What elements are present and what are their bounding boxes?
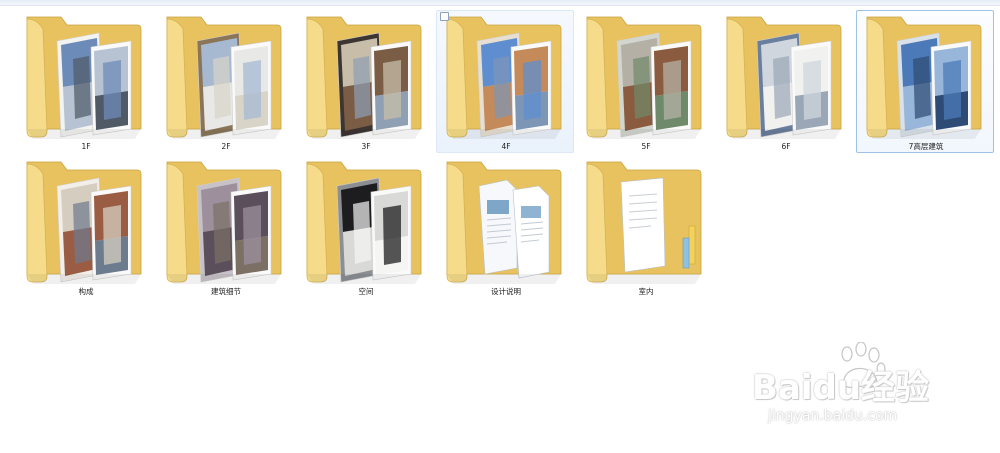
folder-label: 7高层建筑 bbox=[908, 142, 944, 151]
document-sheet bbox=[620, 177, 666, 273]
watermark-url: jingyan.baidu.com bbox=[768, 408, 898, 424]
folder-item[interactable]: 室内 bbox=[576, 155, 714, 298]
photo-thumbnail bbox=[230, 40, 272, 136]
folder-item[interactable]: 建筑细节 bbox=[156, 155, 294, 298]
folder-photo-icon bbox=[166, 16, 282, 139]
folder-label: 室内 bbox=[638, 287, 654, 296]
tab-marker bbox=[682, 237, 690, 269]
photo-thumbnail bbox=[90, 185, 132, 281]
folder-document-icon bbox=[446, 161, 562, 284]
folder-grid: 1F 2F 3F 4F 5F 6F 7高层建筑 构成 建筑细节 空间 设计说明 … bbox=[16, 10, 1000, 310]
folder-item[interactable]: 设计说明 bbox=[436, 155, 574, 298]
folder-label: 4F bbox=[501, 142, 511, 151]
photo-thumbnail bbox=[370, 185, 412, 281]
photo-thumbnail bbox=[90, 40, 132, 136]
folder-photo-icon bbox=[586, 16, 702, 139]
select-checkbox[interactable] bbox=[440, 12, 449, 21]
tab-marker bbox=[688, 225, 696, 265]
folder-item[interactable]: 构成 bbox=[16, 155, 154, 298]
folder-label: 2F bbox=[221, 142, 231, 151]
folder-photo-icon bbox=[26, 161, 142, 284]
folder-item[interactable]: 7高层建筑 bbox=[856, 10, 994, 153]
folder-item[interactable]: 3F bbox=[296, 10, 434, 153]
photo-thumbnail bbox=[510, 40, 552, 136]
folder-item[interactable]: 6F bbox=[716, 10, 854, 153]
folder-photo-icon bbox=[26, 16, 142, 139]
folder-item[interactable]: 1F bbox=[16, 10, 154, 153]
document-sheet bbox=[512, 185, 550, 279]
photo-thumbnail bbox=[930, 40, 972, 136]
folder-document-icon bbox=[586, 161, 702, 284]
folder-photo-icon bbox=[306, 16, 422, 139]
window-top-edge bbox=[0, 0, 1000, 6]
folder-photo-icon bbox=[166, 161, 282, 284]
folder-photo-icon bbox=[446, 16, 562, 139]
folder-label: 构成 bbox=[78, 287, 94, 296]
folder-item[interactable]: 空间 bbox=[296, 155, 434, 298]
document-sheet bbox=[478, 179, 518, 275]
folder-label: 6F bbox=[781, 142, 791, 151]
photo-thumbnail bbox=[650, 40, 692, 136]
folder-label: 设计说明 bbox=[491, 287, 521, 296]
folder-label: 1F bbox=[81, 142, 91, 151]
baidu-jingyan-watermark: Baidu经验 jingyan.baidu.com bbox=[752, 342, 962, 437]
photo-thumbnail bbox=[790, 40, 832, 136]
folder-photo-icon bbox=[306, 161, 422, 284]
folder-label: 3F bbox=[361, 142, 371, 151]
folder-item[interactable]: 5F bbox=[576, 10, 714, 153]
folder-item[interactable]: 2F bbox=[156, 10, 294, 153]
watermark-logo-text: Baidu经验 bbox=[752, 368, 930, 408]
folder-label: 5F bbox=[641, 142, 651, 151]
folder-item[interactable]: 4F bbox=[436, 10, 574, 153]
folder-photo-icon bbox=[866, 16, 982, 139]
folder-label: 建筑细节 bbox=[211, 287, 241, 296]
folder-label: 空间 bbox=[358, 287, 374, 296]
photo-thumbnail bbox=[370, 40, 412, 136]
folder-photo-icon bbox=[726, 16, 842, 139]
photo-thumbnail bbox=[230, 185, 272, 281]
